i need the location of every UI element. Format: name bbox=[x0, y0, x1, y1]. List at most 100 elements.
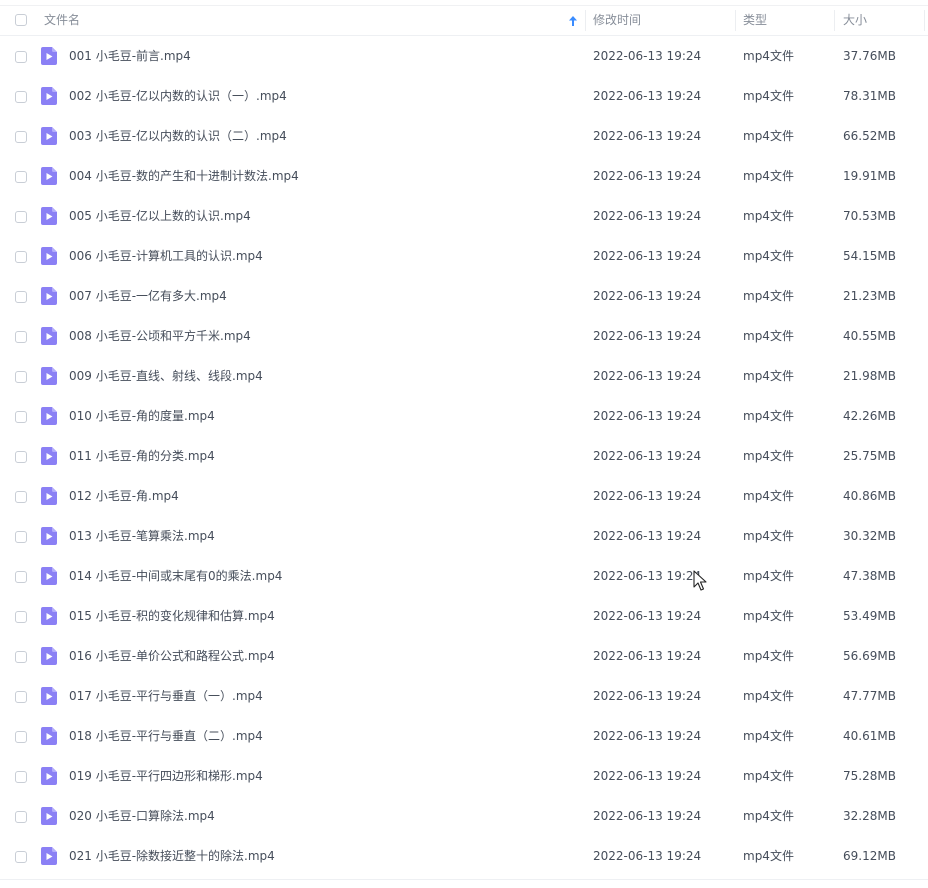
row-checkbox[interactable] bbox=[15, 211, 27, 223]
row-checkbox[interactable] bbox=[15, 91, 27, 103]
file-row[interactable]: 011 小毛豆-角的分类.mp4 2022-06-13 19:24 mp4文件 25.… bbox=[0, 436, 928, 476]
row-checkbox[interactable] bbox=[15, 651, 27, 663]
file-name[interactable]: 011 小毛豆-角的分类.mp4 bbox=[69, 436, 215, 476]
row-checkbox[interactable] bbox=[15, 731, 27, 743]
file-row[interactable]: 004 小毛豆-数的产生和十进制计数法.mp4 2022-06-13 19:24 m… bbox=[0, 156, 928, 196]
column-header-modified[interactable]: 修改时间 bbox=[593, 6, 641, 35]
file-name[interactable]: 021 小毛豆-除数接近整十的除法.mp4 bbox=[69, 836, 275, 876]
file-type: mp4文件 bbox=[743, 609, 794, 623]
row-checkbox[interactable] bbox=[15, 411, 27, 423]
file-row[interactable]: 001 小毛豆-前言.mp4 2022-06-13 19:24 mp4文件 37.76… bbox=[0, 36, 928, 76]
column-header-type[interactable]: 类型 bbox=[743, 6, 767, 35]
file-name[interactable]: 006 小毛豆-计算机工具的认识.mp4 bbox=[69, 236, 263, 276]
row-checkbox[interactable] bbox=[15, 851, 27, 863]
file-name[interactable]: 008 小毛豆-公顷和平方千米.mp4 bbox=[69, 316, 251, 356]
row-checkbox[interactable] bbox=[15, 611, 27, 623]
file-type: mp4文件 bbox=[743, 689, 794, 703]
file-name[interactable]: 005 小毛豆-亿以上数的认识.mp4 bbox=[69, 196, 251, 236]
column-header-size[interactable]: 大小 bbox=[843, 6, 867, 35]
file-name[interactable]: 020 小毛豆-口算除法.mp4 bbox=[69, 796, 215, 836]
video-file-icon bbox=[41, 47, 57, 65]
file-row[interactable]: 017 小毛豆-平行与垂直（一）.mp4 2022-06-13 19:24 mp4文… bbox=[0, 676, 928, 716]
file-row[interactable]: 016 小毛豆-单价公式和路程公式.mp4 2022-06-13 19:24 mp4… bbox=[0, 636, 928, 676]
file-name[interactable]: 018 小毛豆-平行与垂直（二）.mp4 bbox=[69, 716, 263, 756]
file-name[interactable]: 016 小毛豆-单价公式和路程公式.mp4 bbox=[69, 636, 275, 676]
file-type: mp4文件 bbox=[743, 649, 794, 663]
file-name[interactable]: 004 小毛豆-数的产生和十进制计数法.mp4 bbox=[69, 156, 299, 196]
row-checkbox[interactable] bbox=[15, 131, 27, 143]
video-file-icon bbox=[41, 647, 57, 665]
file-size: 75.28MB bbox=[843, 769, 896, 783]
file-size: 54.15MB bbox=[843, 249, 896, 263]
file-name[interactable]: 019 小毛豆-平行四边形和梯形.mp4 bbox=[69, 756, 263, 796]
file-row[interactable]: 019 小毛豆-平行四边形和梯形.mp4 2022-06-13 19:24 mp4文… bbox=[0, 756, 928, 796]
file-name[interactable]: 013 小毛豆-笔算乘法.mp4 bbox=[69, 516, 215, 556]
row-checkbox[interactable] bbox=[15, 531, 27, 543]
file-row[interactable]: 015 小毛豆-积的变化规律和估算.mp4 2022-06-13 19:24 mp4… bbox=[0, 596, 928, 636]
select-all-checkbox[interactable] bbox=[15, 14, 27, 26]
file-size: 40.55MB bbox=[843, 329, 896, 343]
file-name[interactable]: 010 小毛豆-角的度量.mp4 bbox=[69, 396, 215, 436]
file-type: mp4文件 bbox=[743, 769, 794, 783]
column-divider[interactable] bbox=[924, 10, 925, 31]
file-name[interactable]: 007 小毛豆-一亿有多大.mp4 bbox=[69, 276, 227, 316]
sort-up-arrow-icon[interactable] bbox=[569, 6, 577, 35]
column-divider[interactable] bbox=[735, 10, 736, 31]
video-file-icon bbox=[41, 367, 57, 385]
file-row[interactable]: 018 小毛豆-平行与垂直（二）.mp4 2022-06-13 19:24 mp4文… bbox=[0, 716, 928, 756]
list-bottom-divider bbox=[0, 879, 928, 880]
file-row[interactable]: 014 小毛豆-中间或末尾有0的乘法.mp4 2022-06-13 19:24 mp… bbox=[0, 556, 928, 596]
file-row[interactable]: 008 小毛豆-公顷和平方千米.mp4 2022-06-13 19:24 mp4文件… bbox=[0, 316, 928, 356]
file-modified-time: 2022-06-13 19:24 bbox=[593, 89, 702, 103]
file-size: 37.76MB bbox=[843, 49, 896, 63]
row-checkbox[interactable] bbox=[15, 811, 27, 823]
file-row[interactable]: 006 小毛豆-计算机工具的认识.mp4 2022-06-13 19:24 mp4文… bbox=[0, 236, 928, 276]
file-name[interactable]: 017 小毛豆-平行与垂直（一）.mp4 bbox=[69, 676, 263, 716]
file-modified-time: 2022-06-13 19:24 bbox=[593, 49, 702, 63]
row-checkbox[interactable] bbox=[15, 691, 27, 703]
file-type: mp4文件 bbox=[743, 89, 794, 103]
file-type: mp4文件 bbox=[743, 729, 794, 743]
file-row[interactable]: 005 小毛豆-亿以上数的认识.mp4 2022-06-13 19:24 mp4文件… bbox=[0, 196, 928, 236]
column-divider[interactable] bbox=[585, 10, 586, 31]
row-checkbox[interactable] bbox=[15, 451, 27, 463]
file-row[interactable]: 009 小毛豆-直线、射线、线段.mp4 2022-06-13 19:24 mp4文… bbox=[0, 356, 928, 396]
file-modified-time: 2022-06-13 19:24 bbox=[593, 849, 702, 863]
file-name[interactable]: 014 小毛豆-中间或末尾有0的乘法.mp4 bbox=[69, 556, 282, 596]
file-modified-time: 2022-06-13 19:24 bbox=[593, 129, 702, 143]
row-checkbox[interactable] bbox=[15, 571, 27, 583]
file-size: 19.91MB bbox=[843, 169, 896, 183]
file-row[interactable]: 013 小毛豆-笔算乘法.mp4 2022-06-13 19:24 mp4文件 30.… bbox=[0, 516, 928, 556]
column-header-name[interactable]: 文件名 bbox=[44, 6, 80, 35]
file-row[interactable]: 012 小毛豆-角.mp4 2022-06-13 19:24 mp4文件 40.86M… bbox=[0, 476, 928, 516]
file-name[interactable]: 001 小毛豆-前言.mp4 bbox=[69, 36, 191, 76]
row-checkbox[interactable] bbox=[15, 51, 27, 63]
file-name[interactable]: 012 小毛豆-角.mp4 bbox=[69, 476, 179, 516]
file-size: 69.12MB bbox=[843, 849, 896, 863]
file-row[interactable]: 021 小毛豆-除数接近整十的除法.mp4 2022-06-13 19:24 mp4… bbox=[0, 836, 928, 876]
column-divider[interactable] bbox=[834, 10, 835, 31]
file-size: 56.69MB bbox=[843, 649, 896, 663]
file-row[interactable]: 010 小毛豆-角的度量.mp4 2022-06-13 19:24 mp4文件 42.… bbox=[0, 396, 928, 436]
file-row[interactable]: 007 小毛豆-一亿有多大.mp4 2022-06-13 19:24 mp4文件 21… bbox=[0, 276, 928, 316]
row-checkbox[interactable] bbox=[15, 491, 27, 503]
file-type: mp4文件 bbox=[743, 369, 794, 383]
video-file-icon bbox=[41, 207, 57, 225]
file-modified-time: 2022-06-13 19:24 bbox=[593, 249, 702, 263]
row-checkbox[interactable] bbox=[15, 171, 27, 183]
file-name[interactable]: 003 小毛豆-亿以内数的认识（二）.mp4 bbox=[69, 116, 287, 156]
file-type: mp4文件 bbox=[743, 409, 794, 423]
file-row[interactable]: 003 小毛豆-亿以内数的认识（二）.mp4 2022-06-13 19:24 mp… bbox=[0, 116, 928, 156]
file-size: 47.77MB bbox=[843, 689, 896, 703]
row-checkbox[interactable] bbox=[15, 251, 27, 263]
row-checkbox[interactable] bbox=[15, 331, 27, 343]
file-name[interactable]: 009 小毛豆-直线、射线、线段.mp4 bbox=[69, 356, 263, 396]
file-row[interactable]: 020 小毛豆-口算除法.mp4 2022-06-13 19:24 mp4文件 32.… bbox=[0, 796, 928, 836]
file-row[interactable]: 002 小毛豆-亿以内数的认识（一）.mp4 2022-06-13 19:24 mp… bbox=[0, 76, 928, 116]
file-name[interactable]: 002 小毛豆-亿以内数的认识（一）.mp4 bbox=[69, 76, 287, 116]
row-checkbox[interactable] bbox=[15, 771, 27, 783]
row-checkbox[interactable] bbox=[15, 371, 27, 383]
file-name[interactable]: 015 小毛豆-积的变化规律和估算.mp4 bbox=[69, 596, 275, 636]
file-type: mp4文件 bbox=[743, 849, 794, 863]
row-checkbox[interactable] bbox=[15, 291, 27, 303]
